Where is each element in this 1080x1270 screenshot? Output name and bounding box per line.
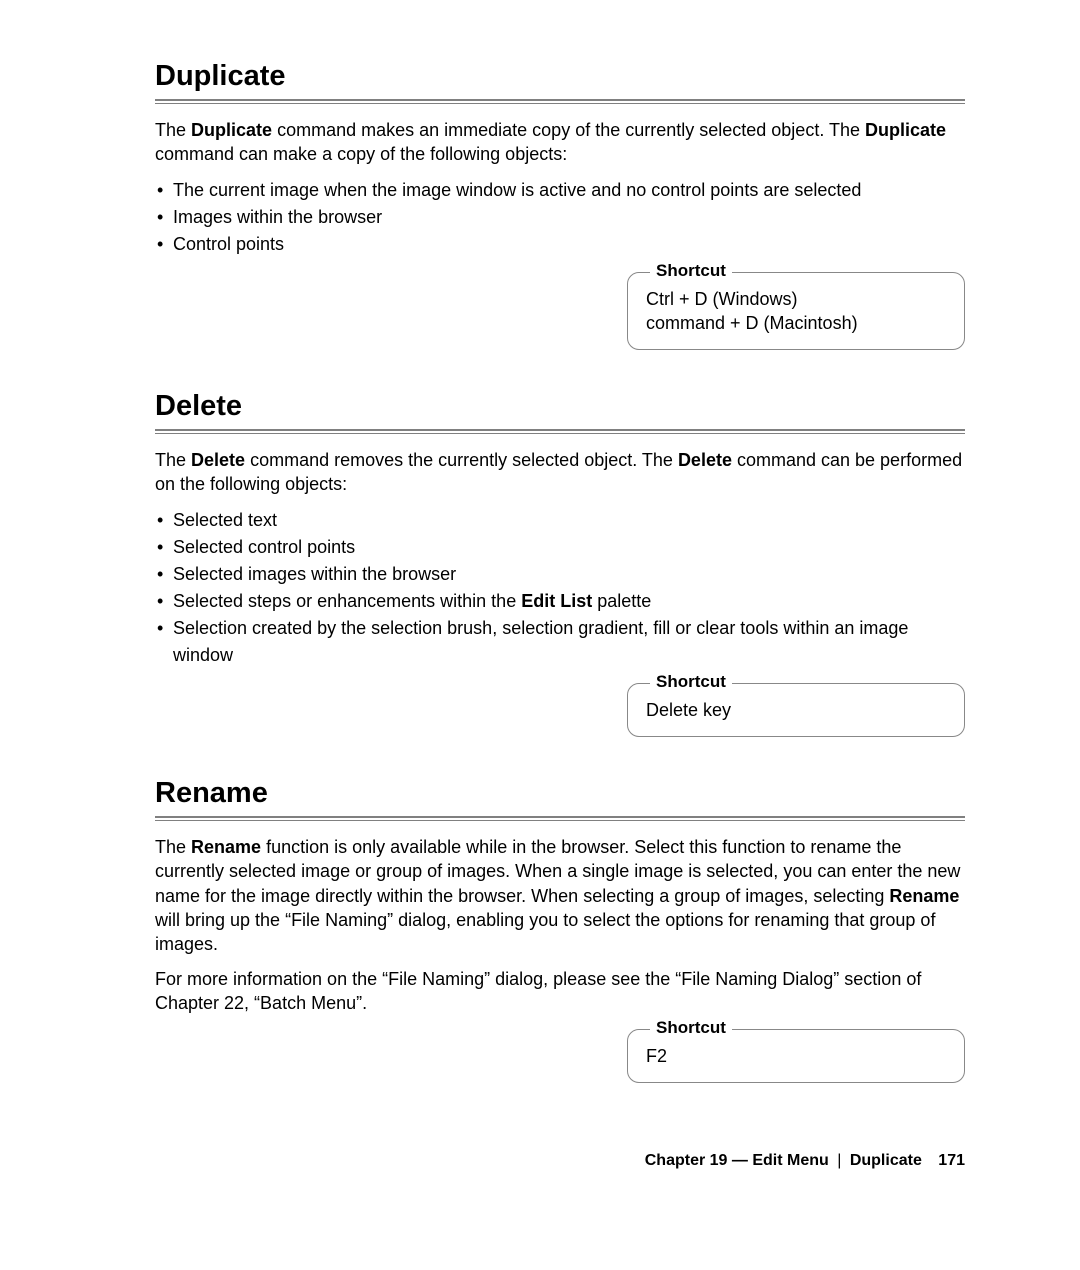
text: will bring up the “File Naming” dialog, …: [155, 910, 935, 954]
heading-duplicate: Duplicate: [155, 60, 965, 93]
text-bold: Duplicate: [865, 120, 946, 140]
text: command can make a copy of the following…: [155, 144, 567, 164]
delete-intro: The Delete command removes the currently…: [155, 448, 965, 497]
heading-rename: Rename: [155, 777, 965, 810]
rule-thick: [155, 429, 965, 431]
list-item: Selection created by the selection brush…: [155, 615, 965, 669]
shortcut-content: F2: [646, 1044, 946, 1068]
text: command makes an immediate copy of the c…: [272, 120, 865, 140]
rule-thick: [155, 816, 965, 818]
text-bold: Duplicate: [191, 120, 272, 140]
page-footer: Chapter 19 — Edit Menu | Duplicate 171: [645, 1152, 965, 1170]
shortcut-legend: Shortcut: [650, 672, 732, 692]
text: palette: [592, 591, 651, 611]
text-bold: Edit List: [521, 591, 592, 611]
rule-thin: [155, 820, 965, 821]
heading-delete: Delete: [155, 390, 965, 423]
rule-thick: [155, 99, 965, 101]
text: The: [155, 450, 191, 470]
shortcut-legend: Shortcut: [650, 261, 732, 281]
shortcut-content: Ctrl + D (Windows) command + D (Macintos…: [646, 287, 946, 336]
shortcut-box-delete: Shortcut Delete key: [627, 683, 965, 737]
duplicate-bullets: The current image when the image window …: [155, 177, 965, 258]
text-bold: Rename: [889, 886, 959, 906]
text: function is only available while in the …: [155, 837, 960, 906]
shortcut-line: command + D (Macintosh): [646, 311, 946, 335]
list-item: Control points: [155, 231, 965, 258]
list-item: Images within the browser: [155, 204, 965, 231]
list-item: Selected images within the browser: [155, 561, 965, 588]
rename-p1: The Rename function is only available wh…: [155, 835, 965, 956]
footer-separator: |: [837, 1152, 841, 1169]
rule-thin: [155, 103, 965, 104]
text-bold: Rename: [191, 837, 261, 857]
text: Selected steps or enhancements within th…: [173, 591, 521, 611]
shortcut-line: Delete key: [646, 698, 946, 722]
shortcut-line: F2: [646, 1044, 946, 1068]
text: command removes the currently selected o…: [245, 450, 678, 470]
shortcut-box-duplicate: Shortcut Ctrl + D (Windows) command + D …: [627, 272, 965, 351]
rule-thin: [155, 433, 965, 434]
rename-p2: For more information on the “File Naming…: [155, 967, 965, 1016]
footer-topic: Duplicate: [850, 1152, 922, 1169]
page-content: Duplicate The Duplicate command makes an…: [0, 0, 1080, 1083]
shortcut-box-rename: Shortcut F2: [627, 1029, 965, 1083]
shortcut-line: Ctrl + D (Windows): [646, 287, 946, 311]
section-delete: Delete The Delete command removes the cu…: [155, 390, 965, 737]
text-bold: Delete: [678, 450, 732, 470]
duplicate-intro: The Duplicate command makes an immediate…: [155, 118, 965, 167]
footer-chapter: Chapter 19 — Edit Menu: [645, 1152, 829, 1169]
list-item: The current image when the image window …: [155, 177, 965, 204]
text: The: [155, 120, 191, 140]
footer-page-number: 171: [938, 1152, 965, 1169]
section-rename: Rename The Rename function is only avail…: [155, 777, 965, 1083]
list-item: Selected steps or enhancements within th…: [155, 588, 965, 615]
shortcut-legend: Shortcut: [650, 1018, 732, 1038]
text: The: [155, 837, 191, 857]
list-item: Selected control points: [155, 534, 965, 561]
delete-bullets: Selected text Selected control points Se…: [155, 507, 965, 669]
text-bold: Delete: [191, 450, 245, 470]
section-duplicate: Duplicate The Duplicate command makes an…: [155, 60, 965, 350]
shortcut-content: Delete key: [646, 698, 946, 722]
list-item: Selected text: [155, 507, 965, 534]
